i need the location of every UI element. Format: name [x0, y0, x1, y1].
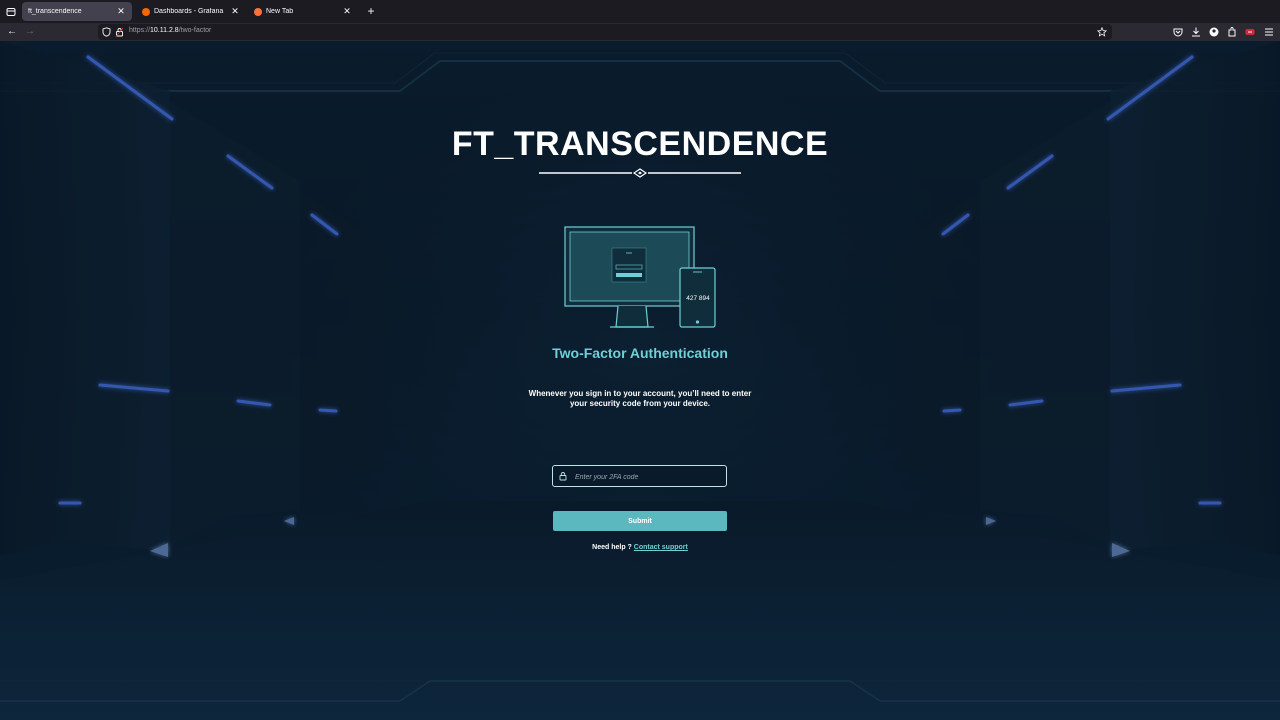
grafana-favicon-icon — [142, 7, 150, 16]
new-tab-button[interactable]: + — [364, 4, 378, 18]
tab-overview-icon — [6, 7, 16, 16]
lock-icon[interactable] — [115, 27, 124, 37]
phone-code-text: 427 894 — [686, 295, 710, 302]
url-host: 10.11.2.8 — [150, 27, 179, 34]
twofa-code-input[interactable] — [573, 466, 727, 488]
page-title: FT_TRANSCENDENCE — [451, 125, 829, 163]
downloads-icon[interactable] — [1190, 26, 1202, 38]
tab-new-tab[interactable]: New Tab ✕ — [248, 2, 358, 21]
tab-label: Dashboards - Grafana — [154, 8, 224, 15]
twofa-code-field[interactable] — [552, 465, 727, 488]
page-content: FT_TRANSCENDENCE 427 894 Two-Factor Auth… — [0, 41, 1280, 720]
tab-overview-button[interactable] — [0, 0, 22, 23]
forward-icon[interactable]: → — [23, 25, 37, 39]
extensions-icon[interactable] — [1226, 26, 1238, 38]
lock-icon — [559, 472, 567, 481]
tab-bar: ft_transcendence ✕ Dashboards - Grafana … — [0, 0, 1280, 23]
two-factor-heading: Two-Factor Authentication — [552, 345, 728, 361]
pocket-icon[interactable] — [1172, 26, 1184, 38]
url-text: https://10.11.2.8/two-factor — [129, 27, 211, 34]
two-factor-illustration: 427 894 — [564, 226, 716, 328]
help-line: Need help ? Contact support — [0, 544, 1280, 551]
tab-label: ft_transcendence — [28, 8, 82, 15]
menu-icon[interactable] — [1263, 26, 1275, 38]
url-path: /two-factor — [178, 27, 212, 34]
close-icon[interactable]: ✕ — [230, 6, 240, 17]
close-icon[interactable]: ✕ — [116, 6, 126, 17]
title-divider-ornament — [539, 168, 741, 178]
navigation-bar: ← → https://10.11.2.8/two-factor — [0, 23, 1280, 42]
close-icon[interactable]: ✕ — [342, 6, 352, 17]
shield-icon[interactable] — [102, 27, 111, 37]
two-factor-description: Whenever you sign in to your account, yo… — [528, 389, 752, 408]
url-bar[interactable]: https://10.11.2.8/two-factor — [98, 24, 1112, 40]
tab-grafana[interactable]: Dashboards - Grafana ✕ — [136, 2, 246, 21]
back-icon[interactable]: ← — [5, 25, 19, 39]
extension-badge-icon[interactable] — [1244, 26, 1256, 38]
submit-button[interactable]: Submit — [553, 511, 727, 531]
tab-label: New Tab — [266, 8, 294, 15]
bookmark-star-icon[interactable] — [1097, 27, 1107, 37]
help-text: Need help ? — [592, 544, 632, 551]
url-prefix: https:// — [129, 27, 151, 34]
tab-ft-transcendence[interactable]: ft_transcendence ✕ — [22, 2, 132, 21]
contact-support-link[interactable]: Contact support — [634, 544, 688, 551]
account-icon[interactable] — [1208, 26, 1220, 38]
firefox-favicon-icon — [254, 7, 262, 16]
